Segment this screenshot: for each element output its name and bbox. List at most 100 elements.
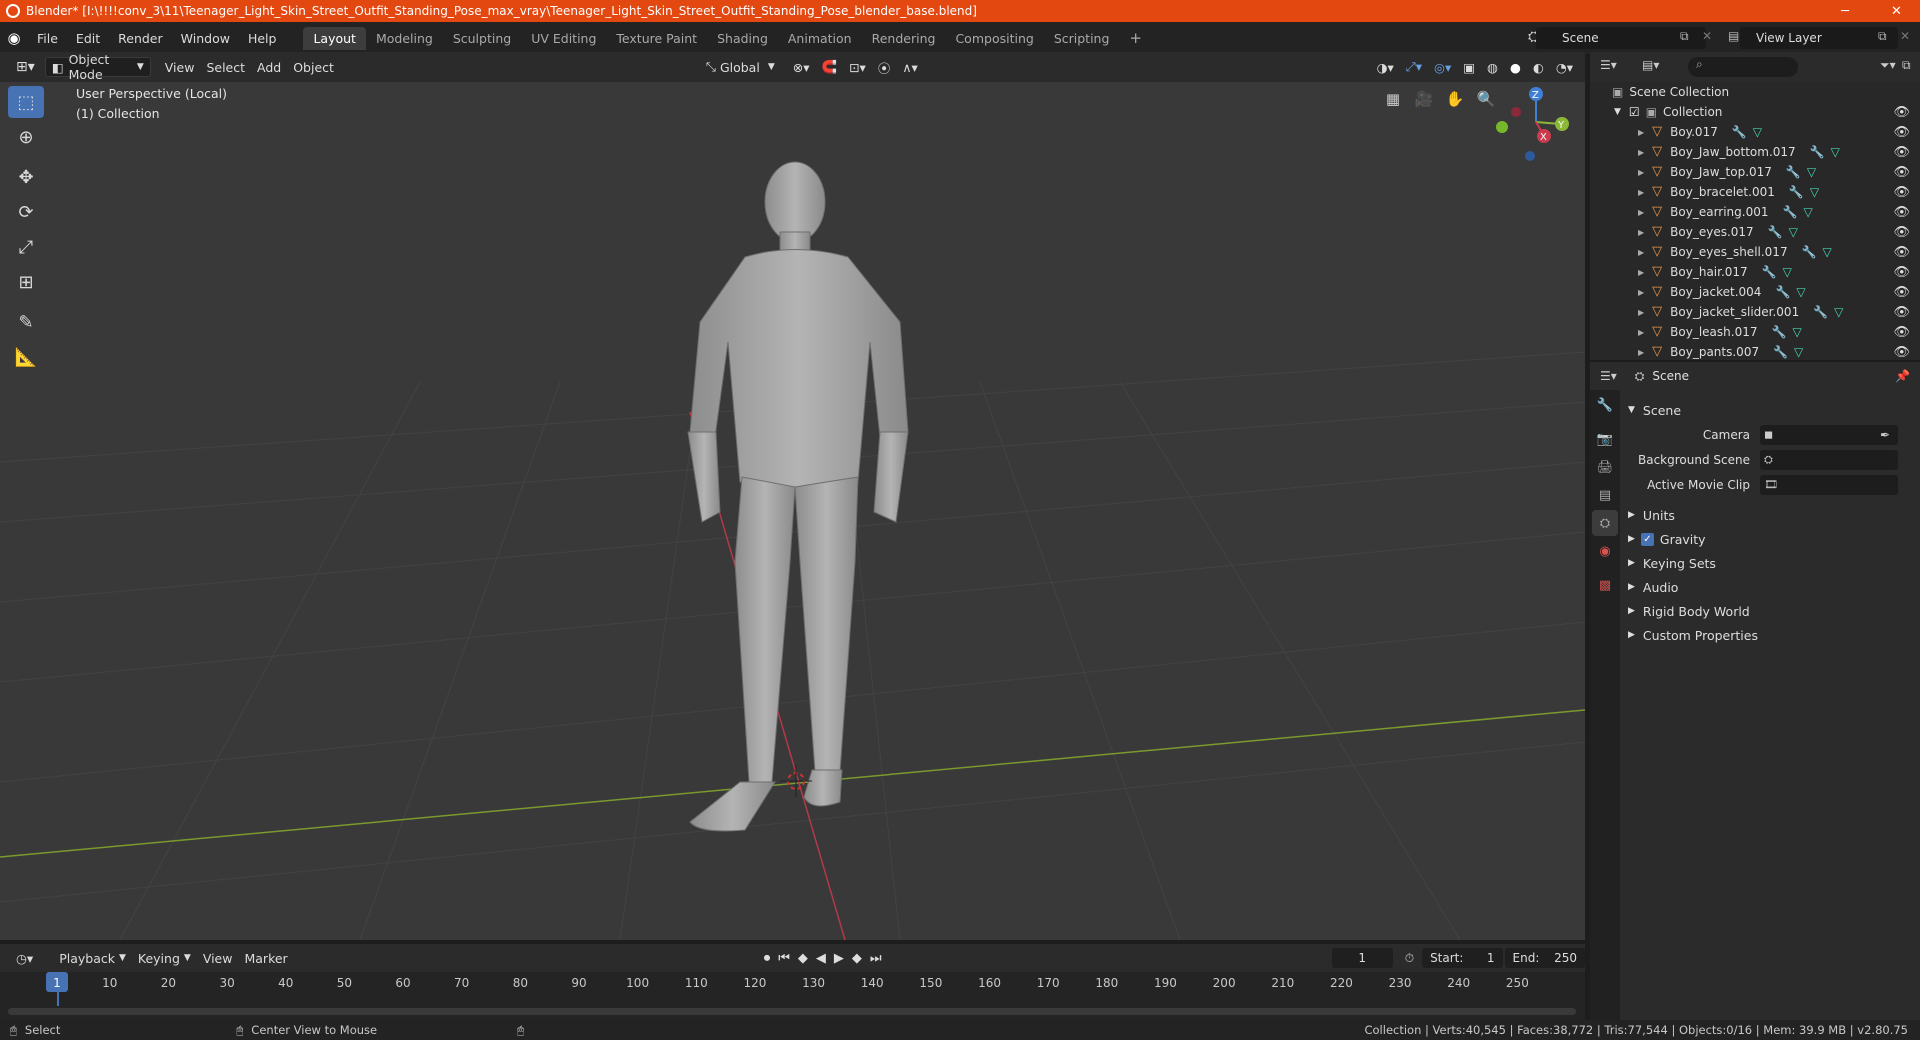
delete-view-layer-icon[interactable]: ✕ [1900, 29, 1910, 43]
outliner-object-row[interactable]: ▶ ▽ Boy_jacket.004 🔧 ▽ 👁 [1590, 282, 1920, 302]
close-button[interactable]: ✕ [1873, 0, 1920, 22]
modifier-wrench-icon[interactable]: 🔧 [1789, 185, 1804, 199]
expand-arrow-icon[interactable]: ▶ [1638, 348, 1644, 357]
menu-edit[interactable]: Edit [67, 31, 109, 46]
eye-icon[interactable]: 👁 [1893, 325, 1910, 340]
movie-clip-field[interactable]: 🎞 [1760, 474, 1898, 495]
solid-shading-icon[interactable]: ● [1504, 57, 1527, 77]
menu-window[interactable]: Window [172, 31, 239, 46]
custom-properties-panel[interactable]: ▶ Custom Properties [1620, 623, 1920, 647]
eye-icon[interactable]: 👁 [1893, 185, 1910, 200]
menu-object[interactable]: Object [287, 57, 340, 77]
menu-render[interactable]: Render [109, 31, 172, 46]
modifier-wrench-icon[interactable]: 🔧 [1775, 285, 1790, 299]
start-frame-field[interactable]: Start: 1 [1422, 948, 1503, 968]
gravity-checkbox[interactable]: ✓ [1640, 532, 1654, 546]
current-frame-field[interactable]: 1 [1331, 948, 1393, 968]
expand-arrow-icon[interactable]: ▶ [1638, 328, 1644, 337]
move-tool-icon[interactable]: ✥ [8, 161, 44, 193]
outliner-object-row[interactable]: ▶ ▽ Boy_hair.017 🔧 ▽ 👁 [1590, 262, 1920, 282]
eye-icon[interactable]: 👁 [1893, 205, 1910, 220]
world-tab-icon[interactable]: ◉ [1592, 538, 1618, 564]
mesh-data-icon[interactable]: ▽ [1789, 225, 1798, 239]
tab-texture-paint[interactable]: Texture Paint [606, 27, 707, 50]
tab-rendering[interactable]: Rendering [862, 27, 946, 50]
menu-playback[interactable]: Playback ▼ [53, 948, 132, 968]
modifier-wrench-icon[interactable]: 🔧 [1802, 245, 1817, 259]
modifier-wrench-icon[interactable]: 🔧 [1810, 145, 1825, 159]
stopwatch-icon[interactable]: ⏱ [1405, 951, 1414, 966]
minimize-button[interactable]: ─ [1822, 0, 1868, 22]
wireframe-shading-icon[interactable]: ◍ [1481, 57, 1504, 77]
tab-scripting[interactable]: Scripting [1044, 27, 1120, 50]
orientation-dropdown[interactable]: ⤡ Global ▼ [700, 57, 781, 77]
expand-arrow-icon[interactable]: ▶ [1638, 188, 1644, 197]
overlays-icon[interactable]: ◎▾ [1428, 57, 1457, 77]
eye-icon[interactable]: 👁 [1893, 265, 1910, 280]
outliner-object-row[interactable]: ▶ ▽ Boy_leash.017 🔧 ▽ 👁 [1590, 322, 1920, 342]
prev-keyframe-icon[interactable]: ◆ [798, 951, 808, 966]
scale-tool-icon[interactable]: ⤢ [8, 231, 44, 263]
select-box-icon[interactable]: ⬚ [8, 86, 44, 118]
record-icon[interactable]: ⏺ [764, 951, 771, 966]
toggle-view-icon[interactable]: ▦ [1380, 86, 1406, 112]
eye-icon[interactable]: 👁 [1893, 105, 1910, 120]
delete-scene-icon[interactable]: ✕ [1702, 29, 1712, 43]
tab-modeling[interactable]: Modeling [366, 27, 443, 50]
eye-icon[interactable]: 👁 [1893, 125, 1910, 140]
pin-icon[interactable]: 📌 [1895, 369, 1910, 383]
modifier-wrench-icon[interactable]: 🔧 [1813, 305, 1828, 319]
eyedropper-icon[interactable]: ✒ [1880, 428, 1890, 442]
view-layer-field[interactable]: View Layer [1740, 27, 1898, 49]
camera-field[interactable]: ◼ [1760, 424, 1898, 445]
pivot-icon[interactable]: ⊗▾ [787, 57, 816, 77]
tool-tab-icon[interactable]: 🔧 [1592, 392, 1618, 418]
snap-target-icon[interactable]: ⊡▾ [843, 57, 872, 77]
render-tab-icon[interactable]: 📷 [1592, 426, 1618, 452]
proportional-edit-icon[interactable]: ⦿ [872, 57, 897, 77]
outliner-object-row[interactable]: ▶ ▽ Boy_eyes_shell.017 🔧 ▽ 👁 [1590, 242, 1920, 262]
menu-select[interactable]: Select [200, 57, 251, 77]
transform-tool-icon[interactable]: ⊞ [8, 266, 44, 298]
tab-shading[interactable]: Shading [707, 27, 778, 50]
eye-icon[interactable]: 👁 [1893, 285, 1910, 300]
timeline-scrollbar[interactable] [8, 1008, 1576, 1015]
mesh-data-icon[interactable]: ▽ [1803, 205, 1812, 219]
eye-icon[interactable]: 👁 [1893, 245, 1910, 260]
eye-icon[interactable]: 👁 [1893, 345, 1910, 360]
outliner-search-input[interactable]: ⌕ [1688, 57, 1798, 77]
tab-sculpting[interactable]: Sculpting [443, 27, 521, 50]
view-layer-icon[interactable]: ▤ [1728, 29, 1739, 43]
filter-icon[interactable]: ⏷▾ [1880, 58, 1896, 73]
scene-panel-header[interactable]: ▼ Scene [1620, 398, 1920, 422]
expand-arrow-icon[interactable]: ▶ [1638, 288, 1644, 297]
outliner-editor-icon[interactable]: ☰▾ [1600, 58, 1617, 72]
units-panel[interactable]: ▶ Units [1620, 503, 1920, 527]
menu-marker[interactable]: Marker [238, 948, 293, 968]
properties-editor-icon[interactable]: ☰▾ [1600, 369, 1617, 383]
snap-icon[interactable]: 🧲 [815, 57, 843, 77]
mesh-data-icon[interactable]: ▽ [1807, 165, 1816, 179]
new-scene-icon[interactable]: ⧉ [1680, 29, 1689, 44]
outliner-object-row[interactable]: ▶ ▽ Boy_bracelet.001 🔧 ▽ 👁 [1590, 182, 1920, 202]
expand-arrow-icon[interactable]: ▶ [1638, 148, 1644, 157]
outliner-object-row[interactable]: ▶ ▽ Boy.017 🔧 ▽ 👁 [1590, 122, 1920, 142]
pan-view-icon[interactable]: ✋ [1442, 86, 1468, 112]
modifier-wrench-icon[interactable]: 🔧 [1771, 325, 1786, 339]
new-collection-icon[interactable]: ⧉ [1902, 58, 1911, 73]
outliner-object-row[interactable]: ▶ ▽ Boy_pants.007 🔧 ▽ 👁 [1590, 342, 1920, 360]
expand-arrow-icon[interactable]: ▶ [1638, 228, 1644, 237]
modifier-wrench-icon[interactable]: 🔧 [1732, 125, 1747, 139]
expand-arrow-icon[interactable]: ▶ [1638, 308, 1644, 317]
eye-icon[interactable]: 👁 [1893, 225, 1910, 240]
modifier-wrench-icon[interactable]: 🔧 [1768, 225, 1783, 239]
editor-type-icon[interactable]: ⊞▾ [10, 57, 41, 77]
zoom-view-icon[interactable]: 🔍 [1473, 86, 1499, 112]
tab-animation[interactable]: Animation [778, 27, 862, 50]
display-mode-icon[interactable]: ▤▾ [1642, 58, 1659, 72]
eye-icon[interactable]: 👁 [1893, 145, 1910, 160]
rotate-tool-icon[interactable]: ⟳ [8, 196, 44, 228]
outliner-object-row[interactable]: ▶ ▽ Boy_jacket_slider.001 🔧 ▽ 👁 [1590, 302, 1920, 322]
next-keyframe-icon[interactable]: ◆ [852, 951, 862, 966]
visibility-icon[interactable]: ◑▾ [1371, 57, 1400, 77]
